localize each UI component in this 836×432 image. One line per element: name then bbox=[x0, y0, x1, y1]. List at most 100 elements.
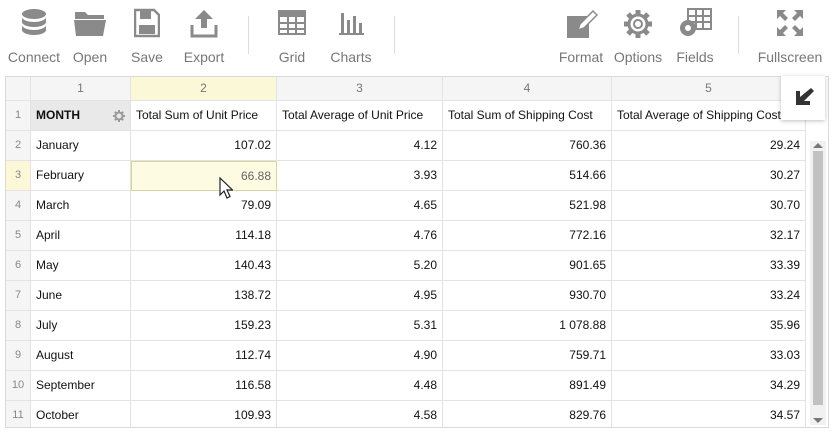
value-cell[interactable]: 760.36 bbox=[443, 131, 612, 161]
export-button[interactable]: Export bbox=[180, 0, 228, 72]
row-number: 9 bbox=[6, 341, 31, 371]
month-cell[interactable]: October bbox=[31, 401, 131, 427]
column-number[interactable]: 3 bbox=[277, 77, 443, 101]
value-cell[interactable]: 5.31 bbox=[277, 311, 443, 341]
mouse-pointer-icon bbox=[219, 177, 233, 199]
export-label: Export bbox=[183, 49, 225, 65]
month-cell[interactable]: July bbox=[31, 311, 131, 341]
gear-icon bbox=[624, 10, 652, 38]
column-header[interactable]: Total Average of Unit Price bbox=[277, 101, 443, 131]
format-label: Format bbox=[558, 49, 604, 65]
month-cell[interactable]: September bbox=[31, 371, 131, 401]
month-header[interactable]: MONTH bbox=[31, 101, 131, 131]
value-cell[interactable]: 30.27 bbox=[612, 161, 806, 191]
value-cell[interactable]: 30.70 bbox=[612, 191, 806, 221]
table-row: 10 September 116.58 4.48 891.49 34.29 bbox=[6, 371, 828, 401]
row-number: 1 bbox=[6, 101, 31, 131]
fullscreen-button[interactable]: Fullscreen bbox=[754, 0, 826, 72]
month-cell[interactable]: March bbox=[31, 191, 131, 221]
value-cell[interactable]: 112.74 bbox=[131, 341, 277, 371]
value-cell[interactable]: 521.98 bbox=[443, 191, 612, 221]
vertical-scrollbar[interactable] bbox=[810, 141, 826, 425]
column-header[interactable]: Total Sum of Shipping Cost bbox=[443, 101, 612, 131]
row-number: 2 bbox=[6, 131, 31, 161]
value-cell[interactable]: 114.18 bbox=[131, 221, 277, 251]
value-cell[interactable]: 514.66 bbox=[443, 161, 612, 191]
fields-icon bbox=[680, 8, 712, 36]
value-cell[interactable]: 1 078.88 bbox=[443, 311, 612, 341]
row-number: 6 bbox=[6, 251, 31, 281]
connect-button[interactable]: Connect bbox=[4, 0, 64, 72]
column-header[interactable]: Total Sum of Unit Price bbox=[131, 101, 277, 131]
value-cell[interactable]: 5.20 bbox=[277, 251, 443, 281]
corner-cell bbox=[6, 77, 31, 101]
column-number[interactable]: 1 bbox=[31, 77, 131, 101]
month-cell[interactable]: April bbox=[31, 221, 131, 251]
value-cell[interactable]: 116.58 bbox=[131, 371, 277, 401]
column-header[interactable]: Total Average of Shipping Cost bbox=[612, 101, 806, 131]
value-cell[interactable]: 4.95 bbox=[277, 281, 443, 311]
value-cell[interactable]: 34.29 bbox=[612, 371, 806, 401]
open-button[interactable]: Open bbox=[66, 0, 114, 72]
value-cell[interactable]: 4.12 bbox=[277, 131, 443, 161]
table-row: 5 April 114.18 4.76 772.16 32.17 bbox=[6, 221, 828, 251]
charts-label: Charts bbox=[330, 49, 372, 65]
collapse-button[interactable] bbox=[781, 76, 825, 120]
column-number[interactable]: 2 bbox=[131, 77, 277, 101]
value-cell[interactable]: 4.48 bbox=[277, 371, 443, 401]
save-label: Save bbox=[131, 49, 163, 65]
value-cell[interactable]: 829.76 bbox=[443, 401, 612, 427]
value-cell[interactable]: 159.23 bbox=[131, 311, 277, 341]
options-button[interactable]: Options bbox=[612, 0, 664, 72]
value-cell[interactable]: 107.02 bbox=[131, 131, 277, 161]
month-cell[interactable]: January bbox=[31, 131, 131, 161]
value-cell[interactable]: 759.71 bbox=[443, 341, 612, 371]
header-row: 1 MONTH Total Sum of Unit Price Total Av… bbox=[6, 101, 828, 131]
value-cell[interactable]: 901.65 bbox=[443, 251, 612, 281]
format-button[interactable]: Format bbox=[558, 0, 604, 72]
month-cell[interactable]: February bbox=[31, 161, 131, 191]
value-cell[interactable]: 33.24 bbox=[612, 281, 806, 311]
bar-chart-icon bbox=[339, 13, 364, 35]
value-cell[interactable]: 140.43 bbox=[131, 251, 277, 281]
value-cell[interactable]: 32.17 bbox=[612, 221, 806, 251]
value-cell[interactable]: 4.76 bbox=[277, 221, 443, 251]
column-number[interactable]: 4 bbox=[443, 77, 612, 101]
value-cell[interactable]: 4.90 bbox=[277, 341, 443, 371]
scroll-down-arrow[interactable] bbox=[813, 418, 823, 423]
scroll-up-arrow[interactable] bbox=[813, 143, 823, 148]
value-cell[interactable]: 891.49 bbox=[443, 371, 612, 401]
row-number: 11 bbox=[6, 401, 31, 427]
row-number: 5 bbox=[6, 221, 31, 251]
database-icon bbox=[22, 9, 46, 35]
value-cell[interactable]: 109.93 bbox=[131, 401, 277, 427]
month-cell[interactable]: August bbox=[31, 341, 131, 371]
options-label: Options bbox=[613, 49, 663, 65]
value-cell[interactable]: 930.70 bbox=[443, 281, 612, 311]
value-cell[interactable]: 35.96 bbox=[612, 311, 806, 341]
month-cell[interactable]: June bbox=[31, 281, 131, 311]
value-cell[interactable]: 3.93 bbox=[277, 161, 443, 191]
fullscreen-icon bbox=[777, 10, 803, 36]
value-cell[interactable]: 138.72 bbox=[131, 281, 277, 311]
charts-button[interactable]: Charts bbox=[326, 0, 376, 72]
value-cell[interactable]: 79.09 bbox=[131, 191, 277, 221]
fields-button[interactable]: Fields bbox=[672, 0, 718, 72]
value-cell[interactable]: 29.24 bbox=[612, 131, 806, 161]
month-cell[interactable]: May bbox=[31, 251, 131, 281]
value-cell[interactable]: 772.16 bbox=[443, 221, 612, 251]
value-cell[interactable]: 34.57 bbox=[612, 401, 806, 427]
value-cell[interactable]: 33.03 bbox=[612, 341, 806, 371]
gear-icon[interactable] bbox=[113, 110, 125, 122]
save-button[interactable]: Save bbox=[124, 0, 170, 72]
value-cell[interactable]: 4.58 bbox=[277, 401, 443, 427]
value-cell[interactable]: 66.88 bbox=[131, 161, 277, 191]
fields-label: Fields bbox=[676, 49, 714, 65]
value-cell[interactable]: 4.65 bbox=[277, 191, 443, 221]
value-cell[interactable]: 33.39 bbox=[612, 251, 806, 281]
column-number[interactable]: 5 bbox=[612, 77, 806, 101]
toolbar-divider bbox=[738, 16, 739, 54]
grid-button[interactable]: Grid bbox=[268, 0, 316, 72]
month-header-label: MONTH bbox=[36, 108, 80, 122]
scrollbar-thumb[interactable] bbox=[813, 151, 823, 405]
